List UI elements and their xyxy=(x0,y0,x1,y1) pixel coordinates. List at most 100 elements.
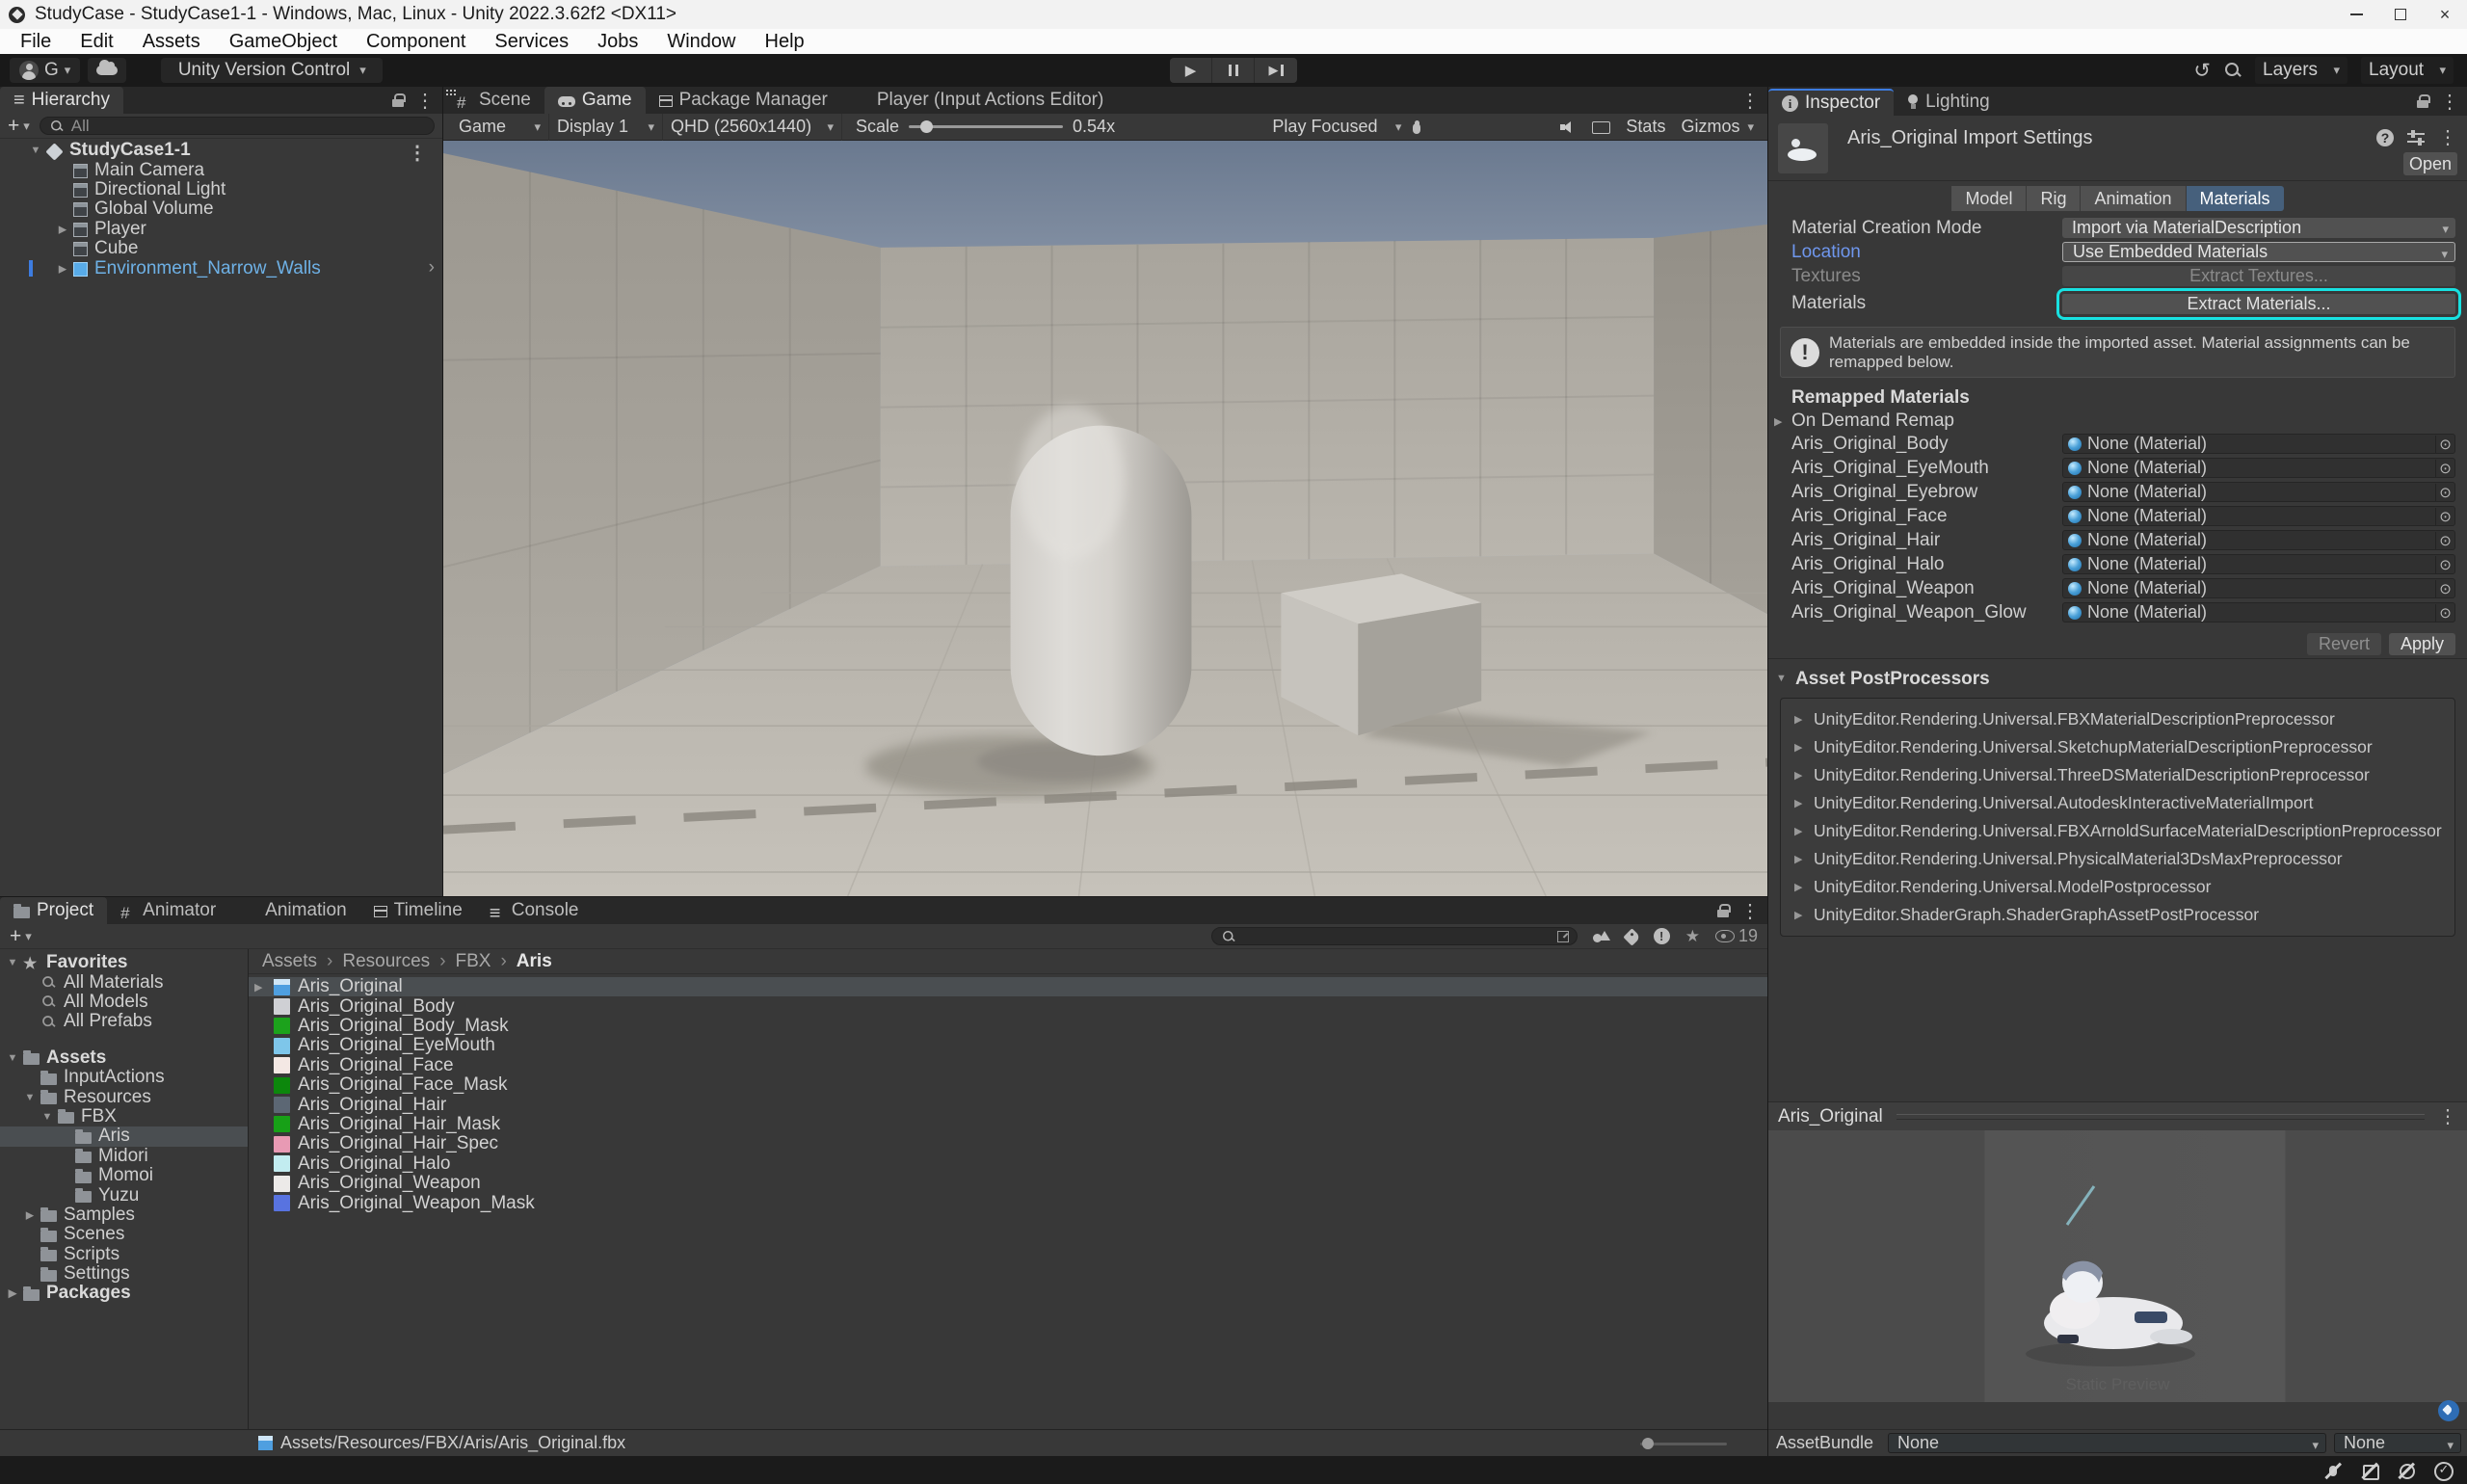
open-search-window-icon[interactable] xyxy=(1557,931,1569,942)
file-row[interactable]: Aris_Original_Face xyxy=(249,1056,1767,1075)
hierarchy-item[interactable]: StudyCase1-1 › xyxy=(0,141,442,160)
create-button[interactable]: +▾ xyxy=(8,118,30,135)
view-tab[interactable]: Package Manager xyxy=(646,87,841,114)
asset-postprocessors-foldout[interactable]: ▼ Asset PostProcessors xyxy=(1768,659,2467,694)
background-tasks-icon[interactable] xyxy=(2432,1460,2454,1481)
object-picker-icon[interactable] xyxy=(2435,604,2454,622)
postprocessor-row[interactable]: ▶ UnityEditor.ShaderGraph.ShaderGraphAss… xyxy=(1781,901,2454,929)
postprocessor-row[interactable]: ▶ UnityEditor.Rendering.Universal.FBXMat… xyxy=(1781,705,2454,733)
menu-item[interactable]: File xyxy=(6,29,66,54)
breadcrumb-item[interactable]: FBX xyxy=(454,951,493,972)
expander-icon[interactable] xyxy=(55,223,70,235)
expander-icon[interactable] xyxy=(22,1208,38,1221)
object-picker-icon[interactable] xyxy=(2435,556,2454,573)
folder-tree-item[interactable]: Scripts xyxy=(0,1244,248,1263)
debugger-disabled-icon[interactable] xyxy=(2322,1460,2344,1481)
render-mode-dropdown[interactable]: Game▾ xyxy=(451,114,549,141)
cloud-services-button[interactable] xyxy=(88,58,126,83)
expander-icon[interactable] xyxy=(22,1092,38,1103)
folder-tree-item[interactable]: Packages xyxy=(0,1284,248,1303)
postprocessor-row[interactable]: ▶ UnityEditor.Rendering.Universal.FBXArn… xyxy=(1781,817,2454,845)
postprocessor-row[interactable]: ▶ UnityEditor.Rendering.Universal.Sketch… xyxy=(1781,733,2454,761)
material-object-field[interactable]: None (Material) xyxy=(2062,482,2455,502)
material-object-field[interactable]: None (Material) xyxy=(2062,434,2455,454)
menu-item[interactable]: Window xyxy=(652,29,750,54)
extract-materials-button[interactable]: Extract Materials... xyxy=(2062,294,2455,314)
breadcrumb-item[interactable]: Assets xyxy=(260,951,319,972)
search-by-importance-icon[interactable] xyxy=(1654,928,1670,944)
auto-refresh-disabled-icon[interactable] xyxy=(2396,1460,2417,1481)
hierarchy-item[interactable]: Global Volume › xyxy=(0,199,442,219)
step-button[interactable]: ▶ xyxy=(1255,58,1297,83)
lock-icon[interactable] xyxy=(392,93,404,107)
object-picker-icon[interactable] xyxy=(2435,484,2454,501)
object-picker-icon[interactable] xyxy=(2435,508,2454,525)
undo-history-icon[interactable] xyxy=(2193,59,2211,83)
file-row[interactable]: Aris_Original_EyeMouth xyxy=(249,1036,1767,1055)
search-by-label-icon[interactable] xyxy=(1623,928,1640,945)
favorites-star-icon[interactable] xyxy=(1685,926,1700,947)
folder-tree-item[interactable]: All Materials xyxy=(0,972,248,992)
file-row[interactable]: Aris_Original_Halo xyxy=(249,1154,1767,1174)
mute-audio-icon[interactable] xyxy=(1559,119,1577,135)
preview-area[interactable]: Static Preview xyxy=(1768,1130,2467,1402)
bottom-panel-tab[interactable]: Console xyxy=(476,897,593,924)
folder-tree-item[interactable]: InputActions xyxy=(0,1068,248,1087)
file-row[interactable]: Aris_Original_Hair_Mask xyxy=(249,1115,1767,1134)
object-picker-icon[interactable] xyxy=(2435,532,2454,549)
file-row[interactable]: Aris_Original_Hair xyxy=(249,1095,1767,1114)
cache-server-disabled-icon[interactable] xyxy=(2359,1460,2380,1481)
expander-icon[interactable] xyxy=(5,957,20,968)
assetbundle-variant-dropdown[interactable]: None ▾ xyxy=(2334,1433,2461,1453)
stats-toggle[interactable]: Stats xyxy=(1626,117,1665,137)
hierarchy-item[interactable]: Directional Light › xyxy=(0,180,442,199)
folder-tree-item[interactable]: Assets xyxy=(0,1048,248,1068)
assetbundle-dropdown[interactable]: None ▾ xyxy=(1888,1433,2326,1453)
file-row[interactable]: Aris_Original_Body xyxy=(249,996,1767,1016)
menu-item[interactable]: Jobs xyxy=(583,29,652,54)
folder-tree-item[interactable]: Midori xyxy=(0,1147,248,1166)
open-button[interactable]: Open xyxy=(2403,152,2457,175)
file-row[interactable]: Aris_Original xyxy=(249,977,1767,996)
material-object-field[interactable]: None (Material) xyxy=(2062,578,2455,598)
folder-tree-item[interactable]: FBX xyxy=(0,1107,248,1126)
folder-tree-item[interactable]: Scenes xyxy=(0,1225,248,1244)
view-tab[interactable]: Game xyxy=(544,87,646,114)
import-mode-tab[interactable]: Model xyxy=(1951,186,2027,211)
postprocessor-row[interactable]: ▶ UnityEditor.Rendering.Universal.Autode… xyxy=(1781,789,2454,817)
expander-icon[interactable] xyxy=(254,981,268,994)
debug-bug-icon[interactable] xyxy=(1409,119,1424,135)
tab-lighting[interactable]: Lighting xyxy=(1894,89,2003,116)
version-control-dropdown[interactable]: Unity Version Control ▾ xyxy=(161,58,383,83)
close-button[interactable]: × xyxy=(2423,0,2467,29)
asset-labels-icon[interactable] xyxy=(2438,1400,2459,1421)
view-tab[interactable]: Scene xyxy=(443,87,544,114)
lock-icon[interactable] xyxy=(2417,94,2428,108)
file-row[interactable]: Aris_Original_Body_Mask xyxy=(249,1017,1767,1036)
play-focused-dropdown[interactable]: Play Focused▾ xyxy=(1264,114,1409,141)
menu-item[interactable]: Services xyxy=(480,29,583,54)
create-asset-button[interactable]: +▾ xyxy=(10,928,32,945)
file-row[interactable]: Aris_Original_Face_Mask xyxy=(249,1075,1767,1095)
account-dropdown[interactable]: G ▾ xyxy=(10,58,80,83)
menu-item[interactable]: Help xyxy=(751,29,819,54)
kebab-menu-icon[interactable] xyxy=(2440,90,2459,114)
expander-icon[interactable] xyxy=(40,1111,55,1123)
search-icon[interactable] xyxy=(2224,62,2242,79)
prefab-open-chevron-icon[interactable]: › xyxy=(429,257,435,278)
hierarchy-item[interactable]: Environment_Narrow_Walls › xyxy=(0,258,442,278)
play-button[interactable]: ▶ xyxy=(1170,58,1212,83)
on-demand-remap-foldout[interactable]: ▶ On Demand Remap xyxy=(1768,411,2467,432)
keyboard-input-icon[interactable] xyxy=(1592,121,1610,134)
folder-tree-item[interactable]: Yuzu xyxy=(0,1185,248,1205)
object-picker-icon[interactable] xyxy=(2435,580,2454,597)
help-icon[interactable] xyxy=(2376,129,2394,146)
game-viewport[interactable] xyxy=(443,141,1767,896)
file-row[interactable]: Aris_Original_Weapon xyxy=(249,1174,1767,1193)
hierarchy-item[interactable]: Player › xyxy=(0,220,442,239)
kebab-menu-icon[interactable] xyxy=(415,89,435,113)
folder-tree-item[interactable]: Samples xyxy=(0,1206,248,1225)
material-object-field[interactable]: None (Material) xyxy=(2062,458,2455,478)
gizmos-dropdown[interactable]: Gizmos▾ xyxy=(1681,117,1754,137)
menu-item[interactable]: GameObject xyxy=(215,29,352,54)
